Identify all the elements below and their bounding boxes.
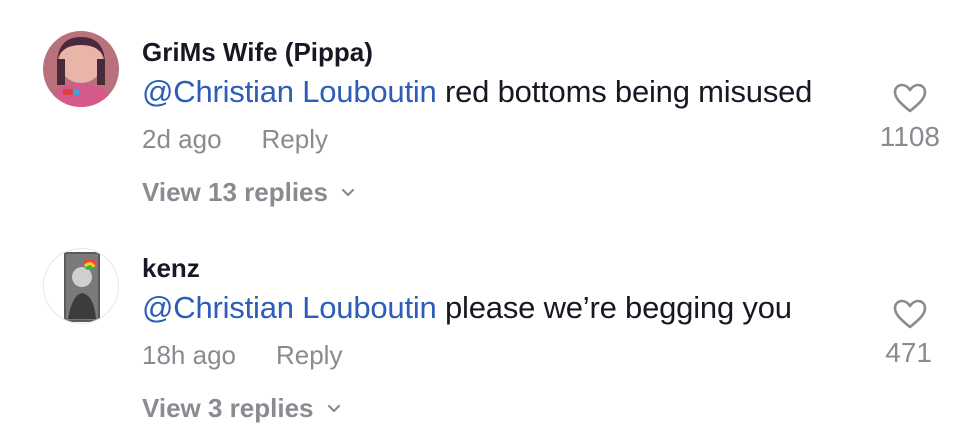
comment-time: 18h ago: [142, 340, 236, 370]
like-count: 471: [885, 337, 932, 368]
reply-button[interactable]: Reply: [262, 124, 328, 154]
like-button[interactable]: [880, 298, 940, 330]
heart-outline-icon: [893, 83, 927, 113]
comment-body: red bottoms being misused: [436, 74, 813, 109]
comment-item: GriMs Wife (Pippa) @Christian Louboutin …: [0, 0, 980, 216]
comment-username[interactable]: GriMs Wife (Pippa): [142, 37, 373, 68]
comment-mention[interactable]: @Christian Louboutin: [142, 74, 437, 109]
avatar-image: [44, 249, 118, 323]
comment-body: please we’re begging you: [436, 290, 792, 325]
like-button[interactable]: [880, 82, 940, 114]
view-replies-button[interactable]: View 13 replies: [142, 177, 356, 208]
comment-text: @Christian Louboutin red bottoms being m…: [142, 74, 812, 110]
avatar[interactable]: [43, 248, 119, 324]
comment-mention[interactable]: @Christian Louboutin: [142, 290, 437, 325]
avatar-image: [43, 31, 119, 107]
comment-time: 2d ago: [142, 124, 222, 154]
avatar[interactable]: [43, 31, 119, 107]
like-count: 1108: [879, 121, 940, 152]
heart-outline-icon: [893, 299, 927, 329]
comment-meta: 18h ago Reply: [142, 340, 342, 371]
comment-item: kenz @Christian Louboutin please we’re b…: [0, 216, 980, 432]
comment-username[interactable]: kenz: [142, 253, 200, 284]
view-replies-label: View 13 replies: [142, 177, 328, 207]
view-replies-button[interactable]: View 3 replies: [142, 393, 342, 424]
comment-text: @Christian Louboutin please we’re beggin…: [142, 290, 792, 326]
reply-button[interactable]: Reply: [276, 340, 342, 370]
chevron-down-icon: [327, 404, 340, 412]
view-replies-label: View 3 replies: [142, 393, 314, 423]
chevron-down-icon: [341, 188, 355, 196]
comment-meta: 2d ago Reply: [142, 124, 328, 155]
